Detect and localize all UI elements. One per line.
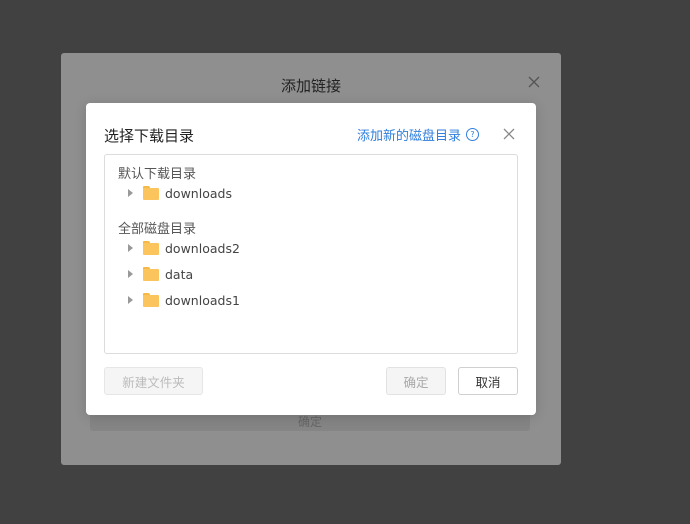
help-icon[interactable]: ? bbox=[466, 128, 480, 141]
tree-item-label: downloads2 bbox=[165, 240, 240, 256]
directory-tree: 默认下载目录 downloads 全部磁盘目录 downloads2 data … bbox=[104, 154, 518, 354]
folder-icon bbox=[143, 241, 159, 255]
tree-item-label: data bbox=[165, 266, 194, 282]
tree-item-label: downloads1 bbox=[165, 292, 240, 308]
background-ok-text: 确定 bbox=[297, 415, 322, 429]
modal-title: 选择下载目录 bbox=[104, 127, 195, 145]
folder-icon bbox=[143, 186, 159, 200]
tree-item-data[interactable]: data bbox=[128, 264, 193, 284]
add-disk-directory-label: 添加新的磁盘目录 bbox=[357, 129, 462, 144]
folder-icon bbox=[143, 293, 159, 307]
ok-button[interactable]: 确定 bbox=[386, 367, 446, 395]
background-dialog-title: 添加链接 bbox=[280, 77, 341, 95]
new-folder-button[interactable]: 新建文件夹 bbox=[104, 367, 203, 395]
add-disk-directory-link[interactable]: 添加新的磁盘目录 ? bbox=[357, 125, 480, 144]
tree-item-downloads[interactable]: downloads bbox=[128, 183, 232, 203]
caret-right-icon[interactable] bbox=[128, 189, 133, 197]
select-download-dir-modal: 选择下载目录 添加新的磁盘目录 ? 默认下载目录 downloads 全部磁盘目… bbox=[86, 103, 536, 415]
caret-right-icon[interactable] bbox=[128, 296, 133, 304]
all-dir-section-label: 全部磁盘目录 bbox=[118, 222, 197, 237]
caret-right-icon[interactable] bbox=[128, 244, 133, 252]
default-dir-section-label: 默认下载目录 bbox=[118, 167, 197, 182]
tree-item-downloads2[interactable]: downloads2 bbox=[128, 238, 240, 258]
caret-right-icon[interactable] bbox=[128, 270, 133, 278]
tree-item-downloads1[interactable]: downloads1 bbox=[128, 290, 240, 310]
folder-icon bbox=[143, 267, 159, 281]
close-icon[interactable] bbox=[502, 127, 516, 141]
cancel-button[interactable]: 取消 bbox=[458, 367, 518, 395]
tree-item-label: downloads bbox=[165, 185, 232, 201]
close-icon[interactable] bbox=[527, 75, 541, 89]
